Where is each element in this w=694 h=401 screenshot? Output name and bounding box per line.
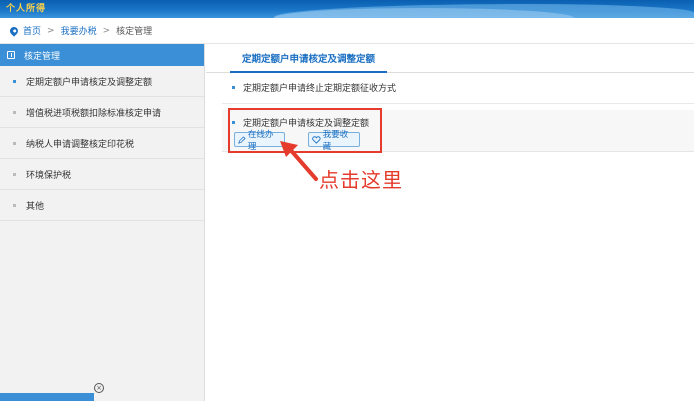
list-item-terminate-fixed-quota[interactable]: 定期定额户申请终止定期定额征收方式 <box>232 81 396 94</box>
close-circle-icon[interactable]: × <box>94 383 104 393</box>
bullet-icon <box>232 121 235 124</box>
panel-icon <box>7 51 15 59</box>
pencil-icon <box>238 135 246 144</box>
sidebar-item-label: 定期定额户申请核定及调整定额 <box>26 77 153 88</box>
sidebar-item-stamp-tax[interactable]: 纳税人申请调整核定印花税 <box>0 128 204 159</box>
sidebar-header: 核定管理 <box>0 44 204 66</box>
sidebar: 核定管理 定期定额户申请核定及调整定额 增值税进项税额扣除标准核定申请 纳税人申… <box>0 44 205 401</box>
sidebar-bottom-bar <box>0 393 94 401</box>
sidebar-item-label: 增值税进项税额扣除标准核定申请 <box>26 108 162 119</box>
breadcrumb-tax-service[interactable]: 我要办税 <box>61 24 97 37</box>
sidebar-item-environment-tax[interactable]: 环境保护税 <box>0 159 204 190</box>
breadcrumb-home[interactable]: 首页 <box>23 24 41 37</box>
top-banner: 个人所得 <box>0 0 694 18</box>
list-item-label: 定期定额户申请终止定期定额征收方式 <box>243 84 397 94</box>
sidebar-header-label: 核定管理 <box>24 51 61 62</box>
site-logo: 个人所得 <box>6 4 47 14</box>
main-content: 定期定额户申请核定及调整定额 定期定额户申请终止定期定额征收方式 定期定额户申请… <box>206 44 694 401</box>
bullet-icon <box>13 172 16 176</box>
bullet-icon <box>13 141 16 145</box>
bullet-icon <box>13 79 16 83</box>
annotation-label: 点击这里 <box>319 168 403 192</box>
sidebar-item-fixed-quota[interactable]: 定期定额户申请核定及调整定额 <box>0 66 204 97</box>
bullet-icon <box>13 203 16 207</box>
breadcrumb-separator: > <box>47 25 55 36</box>
sidebar-item-label: 纳税人申请调整核定印花税 <box>26 139 135 150</box>
sidebar-item-label: 其他 <box>26 201 45 212</box>
tab-fixed-quota[interactable]: 定期定额户申请核定及调整定额 <box>230 44 388 73</box>
tab-bar: 定期定额户申请核定及调整定额 <box>206 44 694 73</box>
sidebar-item-vat-deduction[interactable]: 增值税进项税额扣除标准核定申请 <box>0 97 204 128</box>
breadcrumb: 首页 > 我要办税 > 核定管理 <box>0 18 694 44</box>
sidebar-item-label: 环境保护税 <box>26 170 72 181</box>
breadcrumb-separator: > <box>102 25 111 36</box>
location-pin-icon <box>8 24 20 37</box>
divider <box>222 103 694 104</box>
bullet-icon <box>232 86 235 89</box>
sidebar-item-other[interactable]: 其他 <box>0 190 204 221</box>
bullet-icon <box>13 110 16 114</box>
breadcrumb-current: 核定管理 <box>116 27 153 37</box>
